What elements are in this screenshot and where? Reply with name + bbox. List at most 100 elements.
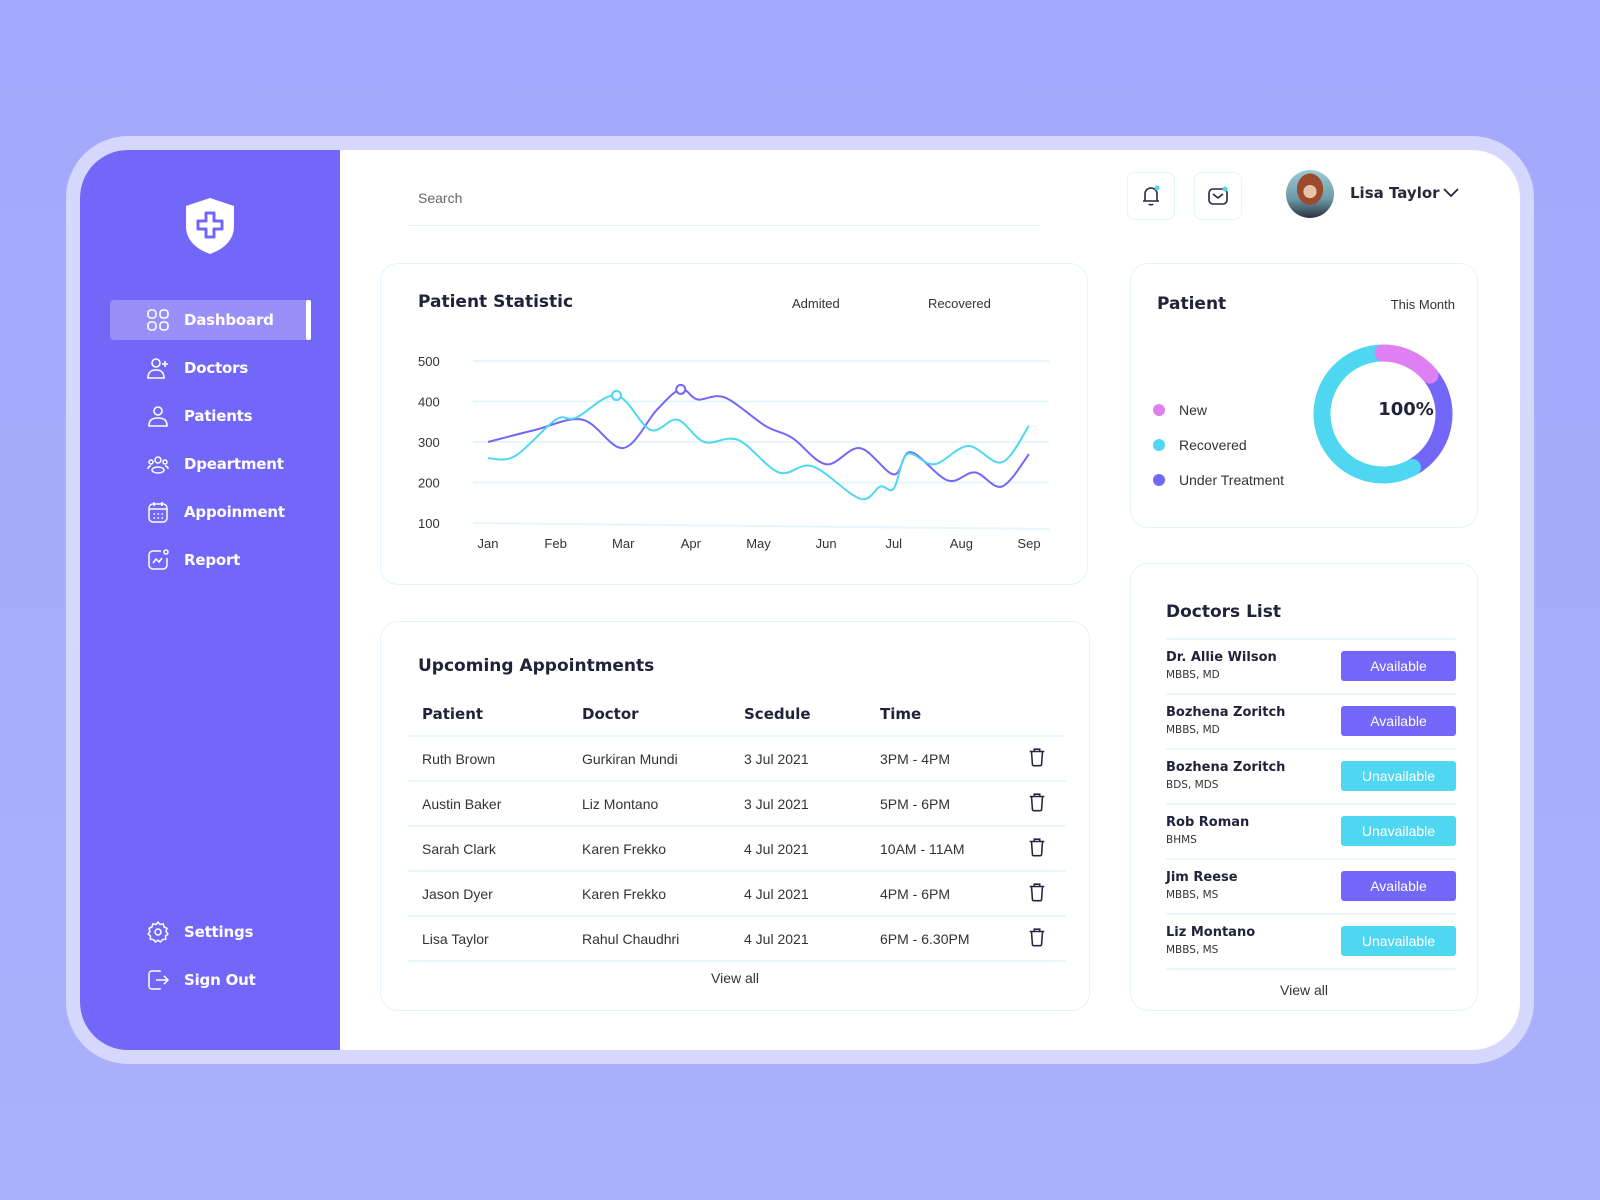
series-marker-admited[interactable] [675,383,687,395]
doctor-status-button[interactable]: Available [1341,651,1456,681]
series-line-admited [487,388,1030,488]
x-tick-label: Jul [885,536,902,551]
table-row: Jason Dyer Karen Frekko 4 Jul 2021 4PM - 6P… [408,871,1066,917]
time-cell: 5PM - 6PM [866,781,1026,827]
trash-icon[interactable] [1026,926,1048,948]
doctor-degree: BDS, MDS [1166,779,1219,791]
trash-icon[interactable] [1026,836,1048,858]
doctor-status-button[interactable]: Available [1341,706,1456,736]
user-plus-icon [147,358,168,379]
user-avatar[interactable] [1286,170,1334,218]
donut-slice-under-treatment[interactable] [1403,366,1453,476]
patient-cell: Austin Baker [408,781,568,827]
time-cell: 6PM - 6.30PM [866,916,1026,962]
doctor-cell: Karen Frekko [568,826,730,872]
patient-statistic-card: 100 200 300 400 500 Jan Feb Mar Apr May Jun Jul Aug S… [380,263,1088,585]
sign-out-icon [148,970,170,990]
legend-dot [1153,439,1165,451]
list-item: Liz Montano MBBS, MS Unavailable [1166,915,1456,970]
doctor-cell: Rahul Chaudhri [568,916,730,962]
period-selector[interactable]: This Month [1391,297,1455,312]
doctor-degree: MBBS, MD [1166,669,1220,681]
chevron-down-icon[interactable] [1442,186,1460,200]
appointments-table: Patient Doctor Scedule Time Ruth Brown Gu… [408,692,1066,962]
sidebar-item-sign-out[interactable]: Sign Out [110,960,310,1000]
sidebar-item-dashboard[interactable]: Dashboard [110,300,311,340]
sidebar-item-label: Dashboard [184,311,274,329]
legend-recovered: Recovered [1153,437,1247,453]
sidebar-item-doctors[interactable]: Doctors [110,348,310,388]
legend-label: New [1179,402,1208,418]
doctor-name: Liz Montano [1166,925,1256,940]
delete-cell [1026,736,1066,782]
search-bar [408,170,1040,226]
doctors-list-card: Doctors List Dr. Allie Wilson MBBS, MD Ava… [1130,563,1478,1011]
doctor-status-button[interactable]: Available [1341,871,1456,901]
doctor-name: Rob Roman [1166,815,1250,830]
column-header-actions [1026,692,1066,737]
legend-admitted[interactable]: Admited [792,296,840,311]
legend-recovered[interactable]: Recovered [928,296,991,311]
app-window: Dashboard Doctors Patients Dpeartment Ap… [80,150,1520,1050]
patient-statistic-chart: 100 200 300 400 500 Jan Feb Mar Apr May Jun Jul Aug S… [418,354,1050,551]
bell-icon [1143,185,1160,206]
users-group-icon [147,456,169,474]
sidebar-item-department[interactable]: Dpeartment [110,444,310,484]
doctor-status-button[interactable]: Unavailable [1341,926,1456,956]
legend-dot [1153,474,1165,486]
doctor-degree: BHMS [1166,834,1197,846]
chart-report-icon [148,549,169,570]
time-cell: 4PM - 6PM [866,871,1026,917]
time-cell: 10AM - 11AM [866,826,1026,872]
schedule-cell: 4 Jul 2021 [730,916,866,962]
table-header-row: Patient Doctor Scedule Time [408,692,1066,737]
doctor-status-button[interactable]: Unavailable [1341,816,1456,846]
list-item: Jim Reese MBBS, MS Available [1166,860,1456,915]
doctors-list: Dr. Allie Wilson MBBS, MD Available Bozhena… [1166,638,1456,970]
legend-label: Under Treatment [1179,472,1285,488]
mail-icon [1208,186,1228,205]
gear-icon [147,921,169,943]
sidebar-item-label: Doctors [184,359,249,377]
list-item: Rob Roman BHMS Unavailable [1166,805,1456,860]
x-tick-label: Sep [1017,536,1040,551]
chart-title: Patient Statistic [418,292,574,312]
legend-dot [1153,404,1165,416]
sidebar-item-settings[interactable]: Settings [110,912,310,952]
donut-center-label: 100% [1378,399,1434,420]
series-marker-recovered[interactable] [610,389,622,401]
search-input[interactable] [418,190,978,206]
patient-cell: Sarah Clark [408,826,568,872]
notifications-button[interactable] [1127,172,1175,220]
delete-cell [1026,916,1066,962]
trash-icon[interactable] [1026,746,1048,768]
grid-icon [147,309,169,331]
shield-plus-icon[interactable] [184,196,236,256]
doctor-degree: MBBS, MS [1166,889,1219,901]
appointments-card: Upcoming Appointments Patient Doctor Sce… [380,621,1090,1011]
delete-cell [1026,826,1066,872]
column-header-doctor: Doctor [568,692,730,737]
doctor-name: Bozhena Zoritch [1166,705,1286,720]
list-item: Dr. Allie Wilson MBBS, MD Available [1166,640,1456,695]
sidebar-item-patients[interactable]: Patients [110,396,310,436]
gridline [472,522,1050,530]
doctor-degree: MBBS, MD [1166,724,1220,736]
doctor-status-button[interactable]: Unavailable [1341,761,1456,791]
x-tick-label: Jan [478,536,499,551]
user-name[interactable]: Lisa Taylor [1350,184,1440,202]
appointments-view-all-link[interactable]: View all [381,970,1089,986]
sidebar-item-report[interactable]: Report [110,540,310,580]
trash-icon[interactable] [1026,881,1048,903]
legend-under-treatment: Under Treatment [1153,472,1284,488]
sidebar-item-label: Report [184,551,241,569]
doctor-cell: Karen Frekko [568,871,730,917]
doctor-name: Bozhena Zoritch [1166,760,1286,775]
messages-button[interactable] [1194,172,1242,220]
doctors-view-all-link[interactable]: View all [1131,982,1477,998]
sidebar-item-label: Settings [184,923,254,941]
trash-icon[interactable] [1026,791,1048,813]
sidebar-item-appointment[interactable]: Appoinment [110,492,310,532]
list-item: Bozhena Zoritch BDS, MDS Unavailable [1166,750,1456,805]
schedule-cell: 4 Jul 2021 [730,826,866,872]
